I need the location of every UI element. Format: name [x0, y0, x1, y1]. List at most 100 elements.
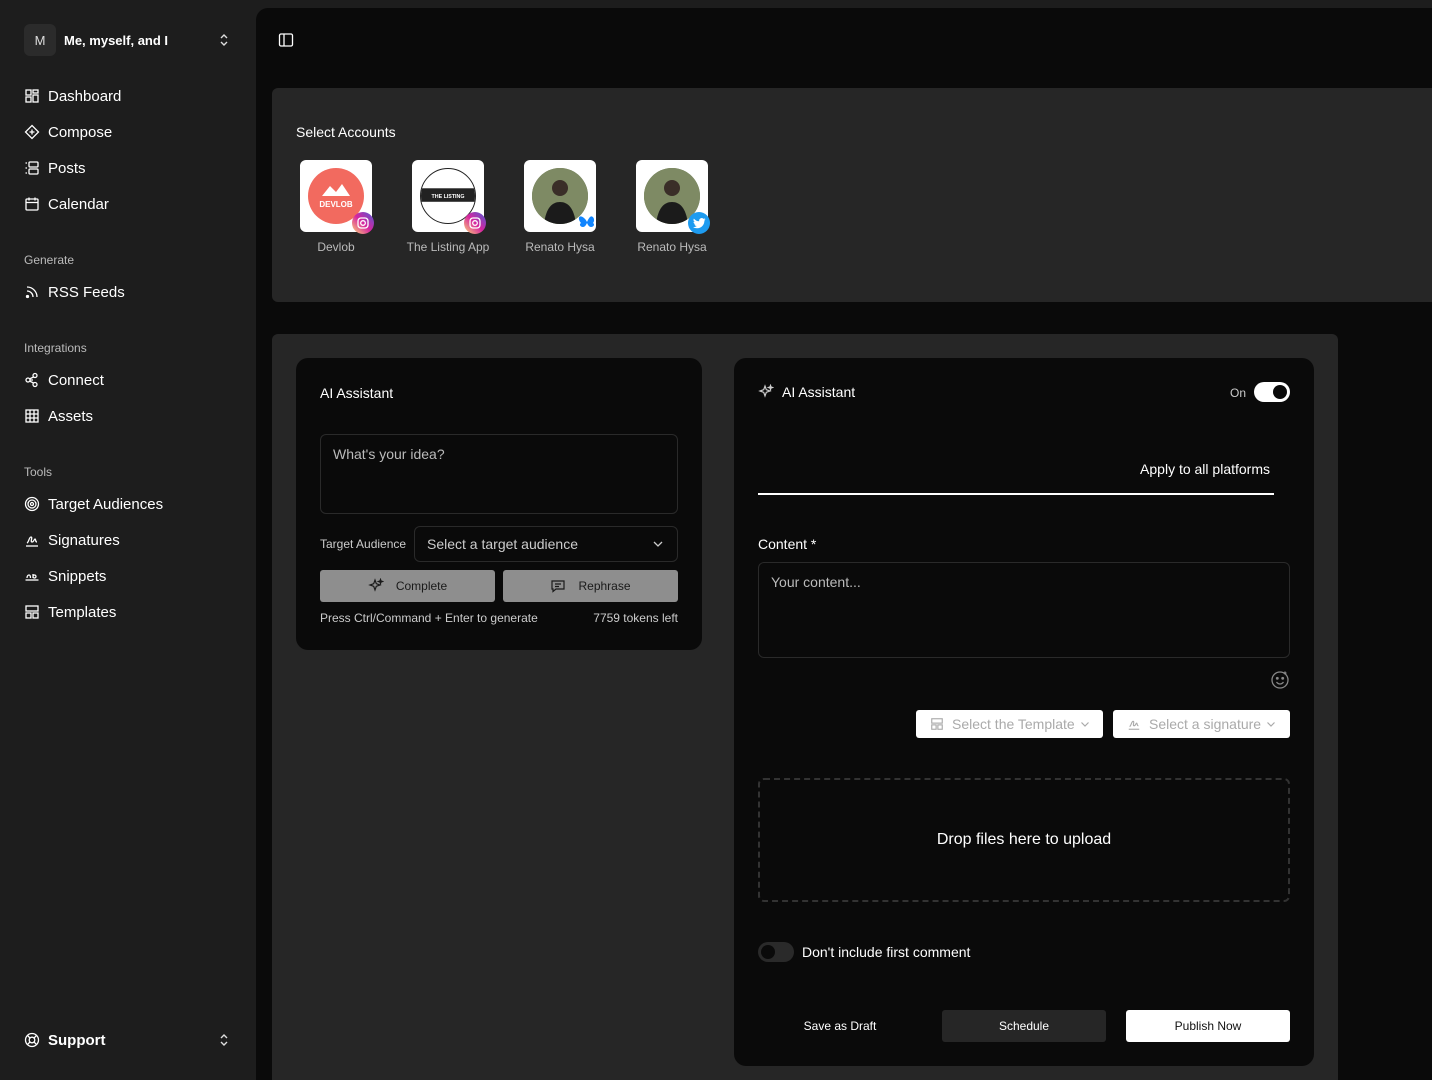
- twitter-icon: [688, 212, 710, 234]
- apply-to-all-platforms-tab[interactable]: Apply to all platforms: [1140, 461, 1270, 477]
- grid-icon: [24, 408, 40, 424]
- emoji-picker-icon[interactable]: [1270, 670, 1290, 690]
- sidebar-item-snippets[interactable]: Snippets: [16, 558, 246, 594]
- sidebar-item-label: Dashboard: [48, 87, 122, 105]
- select-accounts-panel: Select Accounts DEVLOB Devlob THE LISTIN…: [272, 88, 1432, 302]
- tokens-left: 7759 tokens left: [593, 611, 678, 625]
- sparkles-icon: [368, 578, 384, 594]
- sidebar-item-calendar[interactable]: Calendar: [16, 186, 246, 222]
- workspace-avatar: M: [24, 24, 56, 56]
- ai-assistant-header: AI Assistant: [758, 384, 855, 400]
- idea-input[interactable]: What's your idea?: [320, 434, 678, 514]
- posts-icon: [24, 160, 40, 176]
- tab-underline: [758, 493, 1274, 495]
- section-label-generate: Generate: [24, 253, 75, 267]
- sidebar-item-label: Snippets: [48, 567, 107, 585]
- section-label-tools: Tools: [24, 465, 53, 479]
- file-drop-zone[interactable]: Drop files here to upload: [758, 778, 1290, 902]
- save-draft-button[interactable]: Save as Draft: [758, 1010, 922, 1042]
- account-avatar-box: [636, 160, 710, 234]
- sidebar-item-label: Compose: [48, 123, 113, 141]
- rephrase-button[interactable]: Rephrase: [503, 570, 678, 602]
- ai-assistant-generator-panel: AI Assistant What's your idea? Target Au…: [296, 358, 702, 650]
- account-renato-twitter[interactable]: Renato Hysa: [624, 160, 720, 255]
- connect-icon: [24, 372, 40, 388]
- rephrase-label: Rephrase: [578, 579, 631, 593]
- nav-main: Dashboard Compose Posts Calendar: [16, 78, 246, 222]
- chevron-down-icon: [1079, 718, 1091, 730]
- account-avatar-box: [524, 160, 596, 232]
- instagram-icon: [464, 212, 486, 234]
- template-select-label: Select the Template: [952, 716, 1075, 732]
- sidebar-item-signatures[interactable]: Signatures: [16, 522, 246, 558]
- sidebar-item-label: Signatures: [48, 531, 120, 549]
- signature-icon: [1127, 717, 1141, 731]
- signature-icon: [24, 532, 40, 548]
- sidebar: M Me, myself, and I Dashboard Compose Po…: [0, 0, 256, 1080]
- signature-select[interactable]: Select a signature: [1113, 710, 1290, 738]
- sidebar-item-target-audiences[interactable]: Target Audiences: [16, 486, 246, 522]
- message-icon: [550, 578, 566, 594]
- sparkles-icon: [758, 384, 774, 400]
- workspace-switcher[interactable]: M Me, myself, and I: [24, 24, 244, 56]
- schedule-button[interactable]: Schedule: [942, 1010, 1106, 1042]
- main-content: Select Accounts DEVLOB Devlob THE LISTIN…: [256, 8, 1432, 1080]
- target-audience-select[interactable]: Select a target audience: [414, 526, 678, 562]
- account-renato-bluesky[interactable]: Renato Hysa: [512, 160, 608, 255]
- ai-assistant-toggle[interactable]: [1254, 382, 1290, 402]
- generate-hint: Press Ctrl/Command + Enter to generate: [320, 611, 538, 625]
- account-devlob[interactable]: DEVLOB Devlob: [288, 160, 384, 255]
- chevron-down-icon: [1265, 718, 1277, 730]
- nav-tools: Target Audiences Signatures Snippets Tem…: [16, 486, 246, 630]
- chevron-down-icon: [653, 541, 663, 547]
- toggle-state-label: On: [1229, 386, 1246, 400]
- compose-icon: [24, 124, 40, 140]
- first-comment-toggle[interactable]: [758, 942, 794, 962]
- target-audience-label: Target Audience: [320, 537, 407, 551]
- select-accounts-title: Select Accounts: [296, 124, 396, 140]
- sidebar-item-posts[interactable]: Posts: [16, 150, 246, 186]
- instagram-icon: [352, 212, 374, 234]
- sidebar-item-templates[interactable]: Templates: [16, 594, 246, 630]
- signature-select-label: Select a signature: [1149, 716, 1262, 732]
- sidebar-item-rss-feeds[interactable]: RSS Feeds: [16, 274, 246, 310]
- chevrons-updown-icon: [220, 34, 228, 46]
- nav-integrations: Connect Assets: [16, 362, 246, 434]
- content-textarea[interactable]: Your content...: [758, 562, 1290, 658]
- nav-generate: RSS Feeds: [16, 274, 246, 310]
- compose-area: AI Assistant What's your idea? Target Au…: [272, 334, 1338, 1080]
- ai-assistant-title: AI Assistant: [782, 384, 856, 400]
- sidebar-item-compose[interactable]: Compose: [16, 114, 246, 150]
- support-menu[interactable]: Support: [24, 1028, 244, 1052]
- sidebar-item-label: Connect: [48, 371, 104, 389]
- sidebar-item-label: Calendar: [48, 195, 109, 213]
- sidebar-item-label: Target Audiences: [48, 495, 164, 513]
- sidebar-item-assets[interactable]: Assets: [16, 398, 246, 434]
- complete-button[interactable]: Complete: [320, 570, 495, 602]
- account-the-listing-app[interactable]: THE LISTING The Listing App: [400, 160, 496, 255]
- workspace-name: Me, myself, and I: [64, 32, 169, 48]
- rss-icon: [24, 284, 40, 300]
- sidebar-item-dashboard[interactable]: Dashboard: [16, 78, 246, 114]
- publish-now-button[interactable]: Publish Now: [1126, 1010, 1290, 1042]
- svg-text:DEVLOB: DEVLOB: [319, 200, 353, 209]
- template-select[interactable]: Select the Template: [916, 710, 1103, 738]
- sidebar-item-label: RSS Feeds: [48, 283, 125, 301]
- account-avatar-box: THE LISTING: [412, 160, 486, 234]
- sidebar-item-label: Assets: [48, 407, 94, 425]
- template-icon: [24, 604, 40, 620]
- lifebuoy-icon: [24, 1032, 40, 1048]
- first-comment-label: Don't include first comment: [802, 944, 971, 960]
- drop-zone-label: Drop files here to upload: [936, 831, 1112, 848]
- support-label: Support: [48, 1031, 106, 1049]
- ai-assistant-editor-panel: AI Assistant On Apply to all platforms C…: [734, 358, 1314, 1066]
- sidebar-toggle-icon[interactable]: [278, 32, 294, 48]
- sidebar-item-connect[interactable]: Connect: [16, 362, 246, 398]
- complete-label: Complete: [395, 579, 448, 593]
- account-avatar-box: DEVLOB: [300, 160, 374, 234]
- account-name: The Listing App: [406, 240, 490, 254]
- account-name: Devlob: [317, 240, 355, 254]
- target-audience-placeholder: Select a target audience: [427, 536, 578, 552]
- svg-text:THE LISTING: THE LISTING: [432, 194, 465, 200]
- dashboard-icon: [24, 88, 40, 104]
